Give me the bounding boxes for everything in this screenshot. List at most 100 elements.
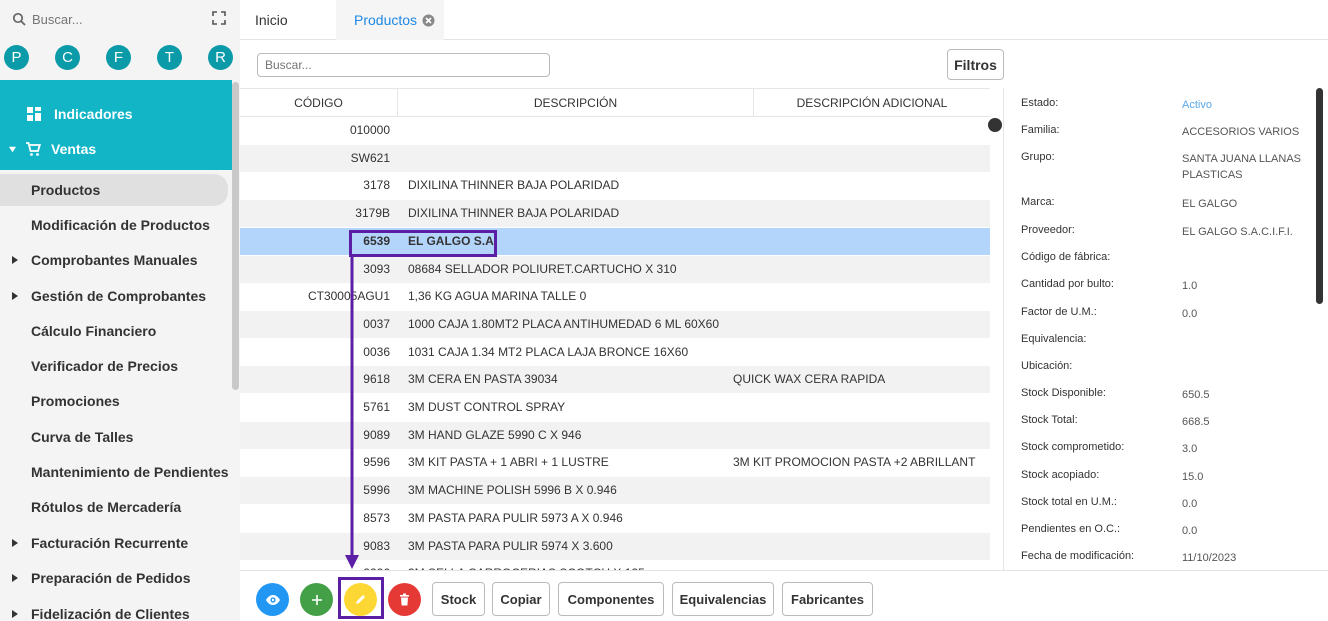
cell-descripcion-adicional: QUICK WAX CERA RAPIDA	[733, 372, 886, 387]
detail-label: Stock Total:	[1021, 414, 1078, 426]
cell-descripcion: 3M DUST CONTROL SPRAY	[408, 400, 566, 414]
sidebar-scrollbar[interactable]	[232, 82, 239, 390]
table-row[interactable]: 5761 3M DUST CONTROL SPRAY	[240, 394, 990, 421]
cell-descripcion-adicional	[733, 505, 988, 532]
add-button[interactable]	[300, 583, 333, 616]
sidebar-item-comprobantes-manuales[interactable]: Comprobantes Manuales	[0, 244, 232, 276]
detail-label: Cantidad por bulto:	[1021, 278, 1114, 290]
detail-value: ACCESORIOS VARIOS	[1182, 126, 1300, 138]
table-row[interactable]: 0036 1031 CAJA 1.34 MT2 PLACA LAJA BRONCE…	[240, 339, 990, 366]
cell-descripcion: 3M CERA EN PASTA 39034	[408, 372, 558, 387]
table-row[interactable]: 8573 3M PASTA PARA PULIR 5973 A X 0.946	[240, 505, 990, 532]
sidebar-item-calculo-financiero[interactable]: Cálculo Financiero	[0, 315, 232, 347]
table-row[interactable]: 9618 3M CERA EN PASTA 39034 QUICK WAX CERA…	[240, 366, 990, 394]
cell-codigo: 3178	[363, 178, 390, 193]
sidebar-item-indicadores[interactable]: Indicadores	[0, 96, 232, 132]
sidebar-item-modificacion-productos[interactable]: Modificación de Productos	[0, 209, 232, 241]
table-row[interactable]: 3093 08684 SELLADOR POLIURET.CARTUCHO X 3…	[240, 255, 990, 283]
details-scrollbar[interactable]	[1316, 88, 1323, 304]
sidebar-item-verificador-precios[interactable]: Verificador de Precios	[0, 350, 232, 382]
quick-access-bar: P C F T R	[4, 45, 233, 70]
table-row[interactable]: 9083 3M PASTA PARA PULIR 5974 X 3.600	[240, 532, 990, 560]
tab-label: Inicio	[255, 12, 288, 28]
eye-icon	[265, 594, 280, 605]
cell-descripcion: DIXILINA THINNER BAJA POLARIDAD	[408, 206, 620, 221]
manufacturers-button[interactable]: Fabricantes	[782, 582, 873, 616]
cell-codigo: 9618	[363, 372, 390, 387]
delete-button[interactable]	[388, 583, 421, 616]
copy-button[interactable]: Copiar	[492, 582, 550, 616]
grid-scroll-indicator[interactable]	[988, 118, 1002, 132]
table-row[interactable]: 5996 3M MACHINE POLISH 5996 B X 0.946	[240, 477, 990, 505]
table-row[interactable]: 0037 1000 CAJA 1.80MT2 PLACA ANTIHUMEDAD …	[240, 310, 990, 338]
detail-value: 15.0	[1182, 471, 1204, 483]
table-row[interactable]: 9089 3M HAND GLAZE 5990 C X 946	[240, 421, 990, 449]
detail-label: Factor de U.M.:	[1021, 306, 1097, 318]
tab-productos[interactable]: Productos	[336, 0, 444, 40]
equivalences-button[interactable]: Equivalencias	[672, 582, 774, 616]
cell-descripcion-adicional	[733, 200, 988, 227]
sidebar-item-curva-talles[interactable]: Curva de Talles	[0, 421, 232, 453]
table-row[interactable]: 3179B DIXILINA THINNER BAJA POLARIDAD	[240, 200, 990, 228]
sidebar-item-promociones[interactable]: Promociones	[0, 385, 232, 417]
table-row[interactable]: 010000	[240, 117, 990, 144]
detail-value: 0.0	[1182, 525, 1198, 537]
cell-descripcion-adicional: 3M KIT PROMOCION PASTA +2 ABRILLANT	[733, 455, 976, 470]
filters-button[interactable]: Filtros	[947, 49, 1004, 80]
table-row[interactable]: 6539 EL GALGO S.A	[240, 227, 990, 255]
sidebar-item-rotulos-mercaderia[interactable]: Rótulos de Mercadería	[0, 491, 232, 523]
products-table: CÓDIGO DESCRIPCIÓN DESCRIPCIÓN ADICIONAL…	[240, 88, 990, 570]
cell-codigo: 5761	[363, 400, 390, 414]
detail-value: 0.0	[1182, 308, 1198, 320]
quick-button-t[interactable]: T	[157, 45, 182, 70]
cell-descripcion-adicional	[733, 172, 988, 199]
close-tab-icon[interactable]	[422, 14, 435, 27]
cell-descripcion-adicional	[733, 394, 988, 421]
view-button[interactable]	[256, 583, 289, 616]
sidebar-item-preparacion-pedidos[interactable]: Preparación de Pedidos	[0, 562, 232, 594]
sidebar-item-ventas[interactable]: Ventas	[0, 131, 232, 167]
cell-descripcion: 3M KIT PASTA + 1 ABRI + 1 LUSTRE	[408, 455, 609, 470]
cell-descripcion-adicional	[733, 145, 988, 172]
fullscreen-icon[interactable]	[212, 11, 226, 25]
edit-button[interactable]	[344, 583, 377, 616]
sidebar-item-facturacion-recurrente[interactable]: Facturación Recurrente	[0, 527, 232, 559]
detail-label: Ubicación:	[1021, 360, 1073, 372]
sidebar-item-label: Gestión de Comprobantes	[31, 288, 207, 304]
cell-codigo: SW621	[350, 150, 390, 165]
cell-codigo: 2226	[240, 560, 390, 570]
table-row[interactable]: 3178 DIXILINA THINNER BAJA POLARIDAD	[240, 172, 990, 199]
cell-codigo: 9083	[363, 538, 390, 553]
stock-button[interactable]: Stock	[432, 582, 485, 616]
cell-codigo: 9596	[363, 455, 390, 470]
product-search-input[interactable]	[257, 53, 550, 77]
table-row[interactable]: CT30005AGU1 1,36 KG AGUA MARINA TALLE 0	[240, 283, 990, 310]
cell-descripcion: 1000 CAJA 1.80MT2 PLACA ANTIHUMEDAD 6 ML…	[408, 316, 720, 331]
cell-codigo: 6539	[363, 233, 390, 248]
sidebar-item-gestion-comprobantes[interactable]: Gestión de Comprobantes	[0, 280, 232, 312]
detail-label: Equivalencia:	[1021, 333, 1087, 345]
detail-value: EL GALGO S.A.C.I.F.I.	[1182, 226, 1293, 238]
detail-label: Fecha de modificación:	[1021, 550, 1135, 562]
quick-button-r[interactable]: R	[208, 45, 233, 70]
cell-descripcion: EL GALGO S.A	[408, 233, 494, 248]
sidebar-item-fidelizacion-clientes[interactable]: Fidelización de Clientes	[0, 598, 232, 621]
components-button[interactable]: Componentes	[558, 582, 664, 616]
column-header-descripcion[interactable]: DESCRIPCIÓN	[398, 89, 754, 117]
detail-value: 0.0	[1182, 498, 1198, 510]
column-header-codigo[interactable]: CÓDIGO	[240, 89, 398, 117]
table-row[interactable]: 9596 3M KIT PASTA + 1 ABRI + 1 LUSTRE 3M K…	[240, 449, 990, 476]
quick-button-c[interactable]: C	[55, 45, 80, 70]
cell-descripcion-adicional	[733, 228, 988, 255]
sidebar-item-mantenimiento-pendientes[interactable]: Mantenimiento de Pendientes	[0, 456, 232, 488]
table-row[interactable]: SW621	[240, 144, 990, 172]
cell-codigo: 010000	[349, 123, 390, 137]
sidebar-search-input[interactable]	[32, 11, 192, 27]
quick-button-f[interactable]: F	[106, 45, 131, 70]
tab-inicio[interactable]: Inicio	[255, 0, 288, 40]
column-header-descripcion-adicional[interactable]: DESCRIPCIÓN ADICIONAL	[754, 89, 990, 117]
sidebar-item-productos[interactable]: Productos	[0, 174, 228, 206]
quick-button-p[interactable]: P	[4, 45, 29, 70]
table-row[interactable]: 2226 3M SELLA CARROCERIAS SCOTCH X 125	[240, 560, 990, 570]
detail-value: SANTA JUANA LLANAS PLASTICAS	[1182, 153, 1302, 181]
